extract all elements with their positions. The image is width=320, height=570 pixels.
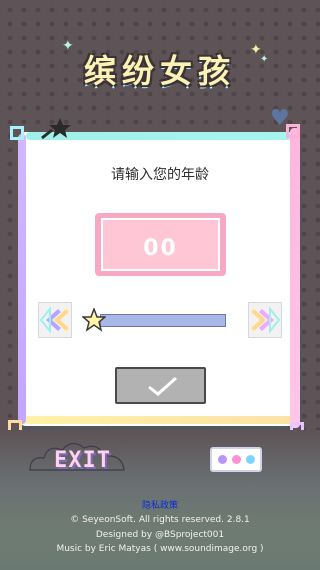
confirm-button[interactable]	[115, 367, 206, 404]
exit-button[interactable]: EXIT	[54, 448, 111, 473]
star-icon: ✦	[260, 54, 269, 65]
left-arrow-icon	[39, 306, 69, 334]
dialog-bottom-edge	[20, 416, 294, 424]
dot-icon	[218, 455, 227, 464]
decrease-age-button[interactable]	[38, 302, 72, 338]
title-area: 缤纷女孩	[0, 38, 320, 98]
shooting-star-icon	[41, 118, 71, 140]
age-display-inner: 00	[101, 218, 220, 271]
game-title: 缤纷女孩	[83, 52, 236, 90]
designer-credit: Designed by @BSproject001	[95, 530, 225, 540]
corner-decoration	[286, 124, 300, 138]
increase-age-button[interactable]	[248, 302, 282, 338]
copyright-text: © SeyeonSoft. All rights reserved. 2.8.1	[70, 515, 250, 525]
slider-star-knob-icon[interactable]	[82, 308, 106, 332]
age-slider[interactable]	[100, 314, 226, 327]
checkmark-icon	[148, 376, 177, 396]
privacy-policy-link[interactable]: 隐私政策	[0, 498, 320, 511]
more-button[interactable]	[210, 447, 262, 472]
age-prompt: 请输入您的年龄	[111, 167, 209, 183]
star-icon: ✦	[62, 38, 74, 54]
dot-icon	[246, 455, 255, 464]
music-credit: Music by Eric Matyas ( www.soundimage.or…	[56, 544, 264, 554]
age-display: 00	[95, 213, 226, 276]
dot-icon	[232, 455, 241, 464]
right-arrow-icon	[251, 306, 281, 334]
age-value: 00	[143, 236, 178, 261]
corner-decoration	[10, 126, 24, 140]
